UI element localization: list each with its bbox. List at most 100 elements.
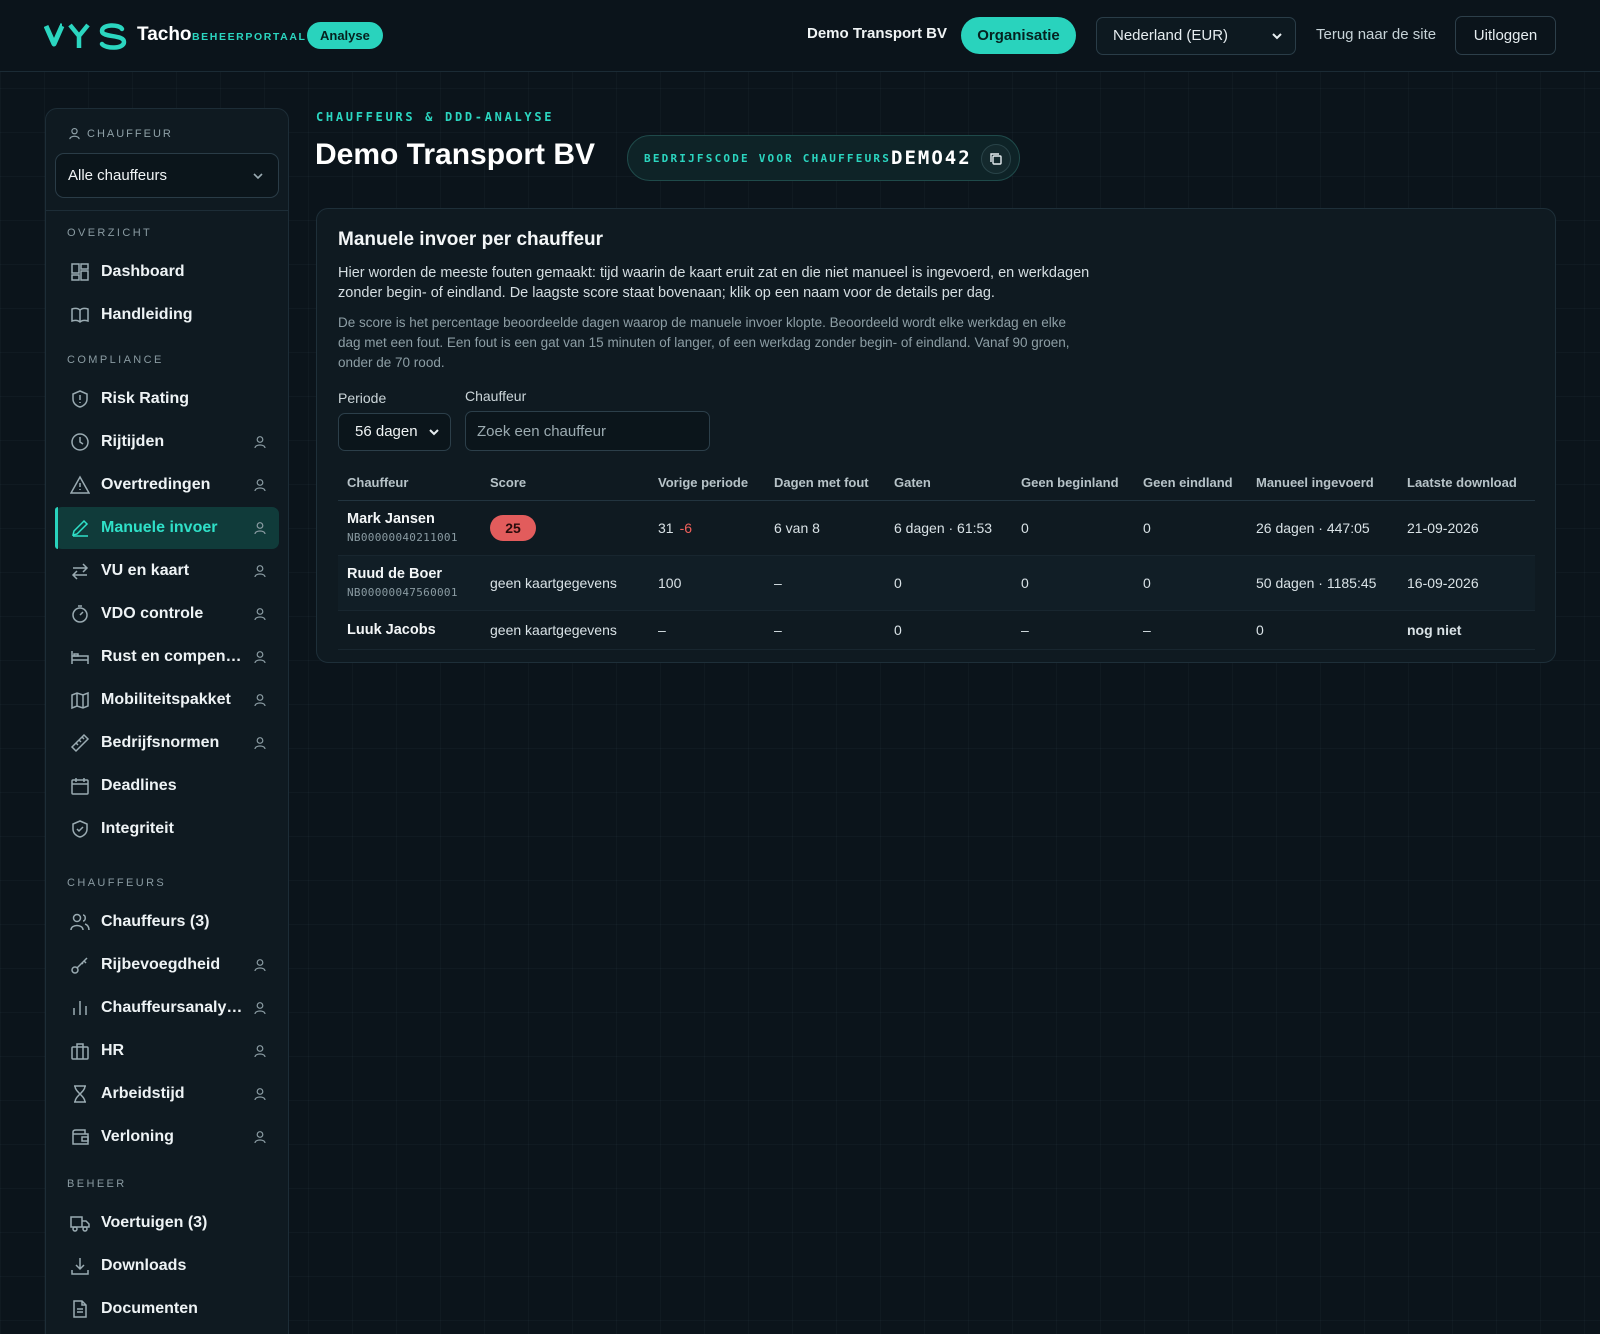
brand-name: Tacho [137, 24, 192, 45]
cell-gaps: 0 [885, 555, 1012, 611]
cell-no-begin: – [1012, 610, 1134, 650]
driver-name-link[interactable]: Ruud de Boer [347, 566, 481, 582]
sidebar-item-documenten[interactable]: Documenten [55, 1288, 279, 1330]
sidebar-divider [46, 210, 288, 211]
cell-days-error: – [765, 555, 885, 611]
table-row[interactable]: Mark Jansen NB00000040211001 25 31 -6 6 v… [338, 500, 1535, 556]
brand-subtitle: BEHEERPORTAAL [192, 31, 307, 43]
sidebar: CHAUFFEUR Alle chauffeurs OVERZICHT Dash… [45, 108, 289, 1334]
vys-logo[interactable] [44, 21, 128, 51]
sidebar-item-integriteit[interactable]: Integriteit [55, 808, 279, 850]
section-chauffeurs: CHAUFFEURS [67, 877, 167, 889]
sidebar-item-verloning[interactable]: Verloning [55, 1116, 279, 1158]
sidebar-item-handleiding[interactable]: Handleiding [55, 294, 279, 336]
sidebar-item-deadlines[interactable]: Deadlines [55, 765, 279, 807]
cell-manual: 50 dagen · 1185:45 [1247, 555, 1398, 611]
org-name: Demo Transport BV [807, 25, 948, 42]
chevron-down-icon [1272, 33, 1282, 40]
card-title: Manuele invoer per chauffeur [338, 229, 604, 250]
periode-select-value: 56 dagen [355, 423, 418, 440]
cell-prev: 31 -6 [649, 500, 765, 556]
chauffeur-search-label: Chauffeur [465, 388, 527, 404]
transfer-icon [71, 563, 89, 580]
cell-manual: 0 [1247, 610, 1398, 650]
logout-button[interactable]: Uitloggen [1455, 16, 1556, 55]
copy-code-button[interactable] [981, 144, 1011, 174]
col-header-gaten[interactable]: Gaten [885, 466, 1012, 501]
country-select[interactable]: Nederland (EUR) [1096, 17, 1296, 55]
sidebar-item-risk-rating[interactable]: Risk Rating [55, 378, 279, 420]
col-header-geen-eindland[interactable]: Geen eindland [1134, 466, 1247, 501]
back-to-site-link[interactable]: Terug naar de site [1316, 26, 1436, 43]
score-badge: 25 [490, 514, 536, 541]
user-icon [254, 436, 266, 449]
sidebar-item-hr[interactable]: HR [55, 1030, 279, 1072]
driver-name-link[interactable]: Luuk Jacobs [347, 622, 481, 638]
bed-icon [71, 651, 89, 664]
periode-select[interactable]: 56 dagen [338, 413, 451, 451]
sidebar-item-dashboard[interactable]: Dashboard [55, 251, 279, 293]
analyse-pill[interactable]: Analyse [307, 22, 383, 49]
top-bar: Tacho BEHEERPORTAAL Analyse Demo Transpo… [0, 0, 1600, 72]
sidebar-item-overtredingen[interactable]: Overtredingen [55, 464, 279, 506]
sidebar-item-rijtijden[interactable]: Rijtijden [55, 421, 279, 463]
chevron-down-icon [429, 429, 439, 436]
score-delta: -6 [679, 519, 693, 536]
driver-card-number: NB00000040211001 [347, 531, 458, 544]
user-icon [254, 1045, 266, 1058]
col-header-score[interactable]: Score [481, 466, 649, 501]
cell-last-download: 21-09-2026 [1398, 500, 1535, 556]
sidebar-item-vu-en-kaart[interactable]: VU en kaart [55, 550, 279, 592]
section-beheer: BEHEER [67, 1178, 127, 1190]
sidebar-item-voertuigen[interactable]: Voertuigen (3) [55, 1202, 279, 1244]
sidebar-item-arbeidstijd[interactable]: Arbeidstijd [55, 1073, 279, 1115]
shield-icon [72, 390, 88, 408]
chevron-down-icon [253, 173, 263, 180]
sidebar-item-manuele-invoer[interactable]: Manuele invoer [55, 507, 279, 549]
sidebar-item-chauffeurs[interactable]: Chauffeurs (3) [55, 901, 279, 943]
table-row[interactable]: Luuk Jacobs geen kaartgegevens – – 0 – –… [338, 610, 1535, 650]
cell-prev: – [649, 610, 765, 650]
cell-days-error: – [765, 610, 885, 650]
user-icon [254, 737, 266, 750]
col-header-geen-beginland[interactable]: Geen beginland [1012, 466, 1134, 501]
sidebar-item-rust-en-compensatie[interactable]: Rust en compen… [55, 636, 279, 678]
sidebar-item-chauffeursanalyse[interactable]: Chauffeursanaly… [55, 987, 279, 1029]
cell-gaps: 0 [885, 610, 1012, 650]
cell-chauffeur: Luuk Jacobs [338, 610, 481, 650]
hourglass-icon [74, 1085, 86, 1103]
col-header-dagen-met-fout[interactable]: Dagen met fout [765, 466, 885, 501]
company-code-value: DEMO42 [891, 147, 972, 169]
sidebar-item-downloads[interactable]: Downloads [55, 1245, 279, 1287]
user-icon [254, 1131, 266, 1144]
organisatie-button[interactable]: Organisatie [961, 17, 1076, 54]
map-icon [71, 691, 89, 710]
user-icon [254, 1088, 266, 1101]
driver-name-link[interactable]: Mark Jansen [347, 511, 481, 527]
chauffeur-search-input[interactable] [465, 411, 710, 451]
sidebar-item-mobiliteitspakket[interactable]: Mobiliteitspakket [55, 679, 279, 721]
col-header-chauffeur[interactable]: Chauffeur [338, 466, 481, 501]
table-row[interactable]: Ruud de Boer NB00000047560001 geen kaart… [338, 555, 1535, 611]
sidebar-item-bedrijfsnormen[interactable]: Bedrijfsnormen [55, 722, 279, 764]
sidebar-item-rijbevoegdheid[interactable]: Rijbevoegdheid [55, 944, 279, 986]
cell-no-begin: 0 [1012, 500, 1134, 556]
dashboard-icon [71, 263, 89, 281]
cell-score: 25 [481, 500, 649, 556]
chauffeur-select[interactable]: Alle chauffeurs [55, 153, 279, 198]
col-header-manueel-ingevoerd[interactable]: Manueel ingevoerd [1247, 466, 1398, 501]
ruler-icon [70, 733, 90, 753]
cell-last-download: nog niet [1398, 610, 1535, 650]
clock-icon [71, 433, 89, 451]
cell-score: geen kaartgegevens [481, 555, 649, 611]
page-title: Demo Transport BV [315, 138, 596, 171]
col-header-vorige-periode[interactable]: Vorige periode [649, 466, 765, 501]
sidebar-item-vdo-controle[interactable]: VDO controle [55, 593, 279, 635]
col-header-laatste-download[interactable]: Laatste download [1398, 466, 1535, 501]
cell-no-end: 0 [1134, 555, 1247, 611]
company-code-label: BEDRIJFSCODE VOOR CHAUFFEURS [644, 152, 892, 165]
user-icon [69, 127, 80, 140]
key-icon [71, 957, 88, 974]
cell-no-end: 0 [1134, 500, 1247, 556]
user-icon [254, 608, 266, 621]
